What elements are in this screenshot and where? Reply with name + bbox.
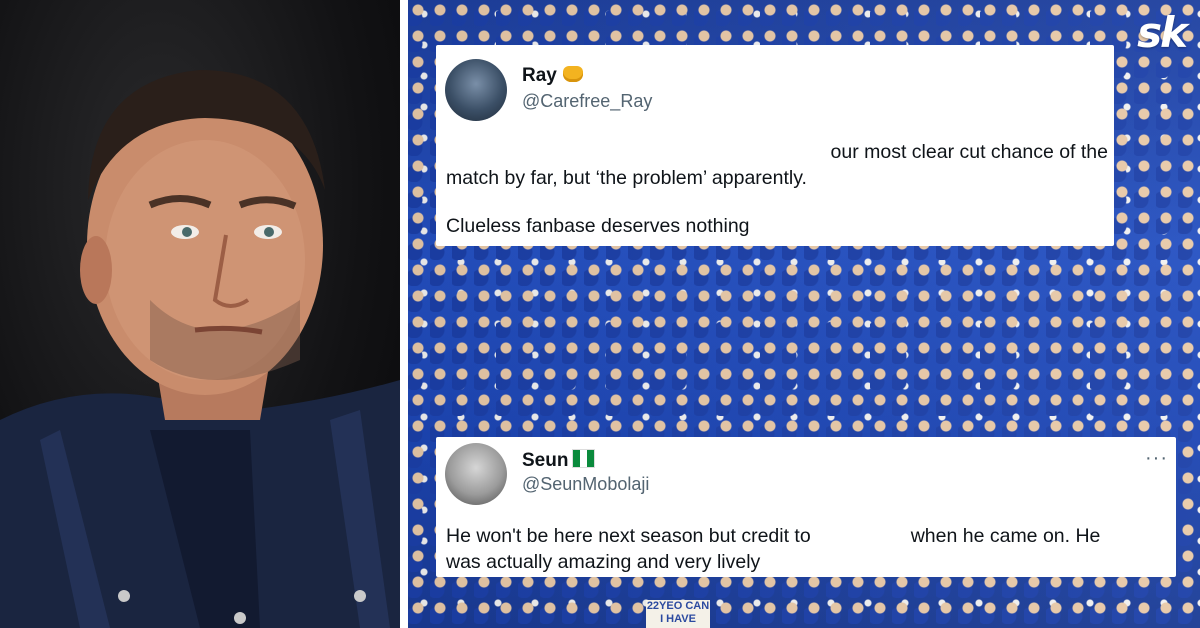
- tweet-line: was actually amazing and very lively: [446, 551, 761, 573]
- manager-photo: [0, 0, 400, 628]
- tweet-text: He won't be here next season but credit …: [446, 523, 1172, 575]
- raised-fist-icon: [562, 66, 583, 82]
- sportskeeda-logo: sk: [1137, 8, 1188, 57]
- tweet-line: our most clear cut chance of the: [830, 141, 1108, 163]
- tweet-line: match by far, but ‘the problem’ apparent…: [446, 167, 807, 189]
- more-options-icon[interactable]: ···: [1145, 447, 1168, 470]
- tweet-line: Clueless fanbase deserves nothing: [446, 215, 750, 237]
- tweet-author-name[interactable]: Ray: [522, 65, 583, 87]
- tweet-author-handle[interactable]: @SeunMobolaji: [522, 474, 649, 495]
- tweet-text: our most clear cut chance of the match b…: [446, 139, 1110, 239]
- crowd-sign: 22YEO CAN I HAVE: [646, 600, 710, 628]
- tweet-line-1: He won't be here next season but credit …: [446, 525, 1101, 547]
- tweet-card-ray: Ray @Carefree_Ray our most clear cut cha…: [436, 45, 1114, 246]
- avatar[interactable]: [445, 443, 507, 505]
- manager-illustration: [0, 70, 400, 628]
- tweet-author-name[interactable]: Seun: [522, 449, 596, 472]
- tweet-author-handle[interactable]: @Carefree_Ray: [522, 91, 652, 112]
- nigeria-flag-icon: [572, 449, 596, 468]
- tweet-card-seun: Seun @SeunMobolaji ··· He won't be here …: [436, 437, 1176, 577]
- panel-divider: [400, 0, 408, 628]
- avatar[interactable]: [445, 59, 507, 121]
